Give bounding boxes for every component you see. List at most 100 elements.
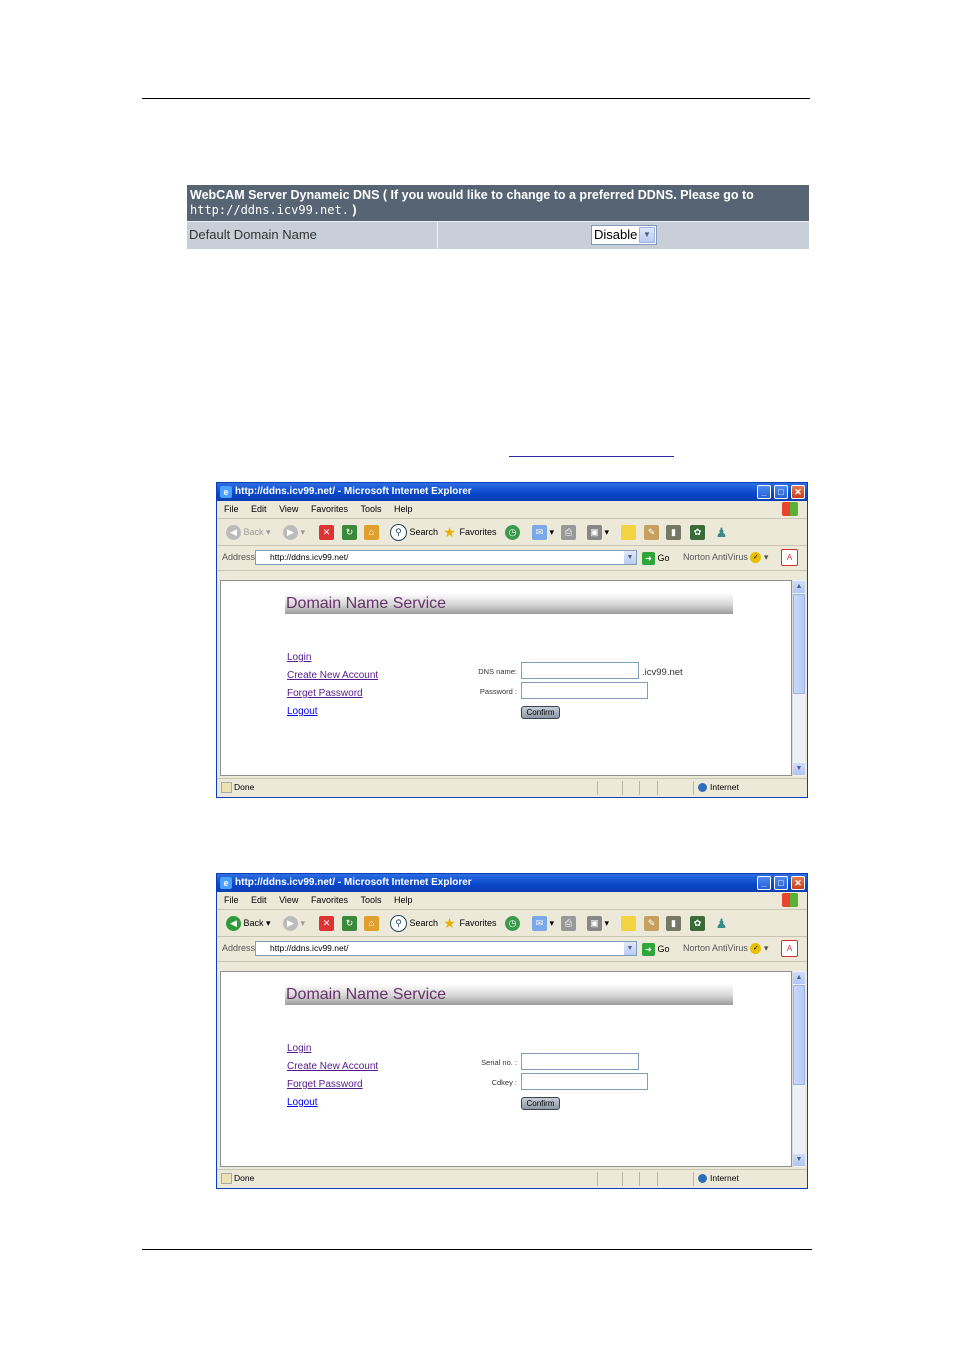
forward-button[interactable]: ▶ ▾	[283, 915, 305, 932]
window-title-bar[interactable]: e http://ddns.icv99.net/ - Microsoft Int…	[217, 483, 807, 501]
media-button[interactable]: ▮	[666, 524, 681, 541]
confirm-button[interactable]: Confirm	[521, 1097, 560, 1110]
menu-tools[interactable]: Tools	[360, 895, 381, 905]
research-button[interactable]: ✎	[644, 524, 659, 541]
go-button[interactable]: ➜ Go	[642, 551, 670, 566]
mail-button[interactable]: ✉ ▾	[532, 524, 554, 541]
serial-no-input[interactable]	[521, 1053, 639, 1070]
dns-name-input[interactable]	[521, 662, 639, 679]
scroll-down-icon[interactable]: ▼	[793, 763, 805, 775]
scroll-thumb[interactable]	[793, 594, 805, 694]
research-button[interactable]: ✎	[644, 915, 659, 932]
norton-antivirus-button[interactable]: Norton AntiVirus ✓ ▾	[683, 552, 768, 564]
discuss-button[interactable]	[621, 915, 636, 932]
maximize-button[interactable]: □	[774, 485, 788, 499]
login-link[interactable]: Login	[287, 1043, 311, 1054]
norton-antivirus-button[interactable]: Norton AntiVirus ✓ ▾	[683, 943, 768, 955]
window-title-bar[interactable]: e http://ddns.icv99.net/ - Microsoft Int…	[217, 874, 807, 892]
scroll-down-icon[interactable]: ▼	[793, 1154, 805, 1166]
close-button[interactable]: ✕	[791, 485, 805, 499]
forget-password-link[interactable]: Forget Password	[287, 688, 363, 699]
chevron-down-icon: ▼	[639, 227, 655, 243]
search-button[interactable]: ⚲ Search	[390, 915, 438, 933]
discuss-button[interactable]	[621, 524, 636, 541]
print-button[interactable]: ⎙	[561, 524, 576, 541]
edit-button[interactable]: ▣ ▾	[587, 915, 609, 932]
default-domain-select[interactable]: Disable ▼	[591, 225, 657, 245]
menu-bar: File Edit View Favorites Tools Help	[217, 501, 807, 519]
pdf-icon[interactable]: A	[781, 940, 798, 957]
mail-button[interactable]: ✉ ▾	[532, 915, 554, 932]
menu-edit[interactable]: Edit	[251, 895, 267, 905]
status-bar: Done Internet	[217, 778, 807, 797]
logout-link[interactable]: Logout	[287, 706, 318, 717]
menu-help[interactable]: Help	[394, 504, 413, 514]
history-button[interactable]: ◷	[505, 524, 520, 541]
maximize-button[interactable]: □	[774, 876, 788, 890]
chevron-down-icon[interactable]: ▼	[624, 551, 636, 564]
minimize-button[interactable]: _	[757, 485, 771, 499]
back-button[interactable]: ◀ Back ▾	[226, 915, 271, 932]
menu-view[interactable]: View	[279, 895, 298, 905]
logout-link[interactable]: Logout	[287, 1097, 318, 1108]
scroll-up-icon[interactable]: ▲	[793, 581, 805, 593]
forward-button[interactable]: ▶ ▾	[283, 524, 305, 541]
media-button[interactable]: ▮	[666, 915, 681, 932]
messenger-button[interactable]: ✿	[690, 915, 705, 932]
menu-edit[interactable]: Edit	[251, 504, 267, 514]
favorites-button[interactable]: ★ Favorites	[442, 524, 496, 540]
edit-button[interactable]: ▣ ▾	[587, 524, 609, 541]
scroll-thumb[interactable]	[793, 985, 805, 1085]
create-account-link[interactable]: Create New Account	[287, 670, 378, 681]
address-value: http://ddns.icv99.net/	[270, 552, 349, 562]
stop-button[interactable]: ✕	[319, 524, 334, 541]
forward-arrow-icon: ▶	[283, 916, 298, 932]
address-input[interactable]: http://ddns.icv99.net/ ▼	[255, 941, 637, 956]
login-link[interactable]: Login	[287, 652, 311, 663]
home-button[interactable]: ⌂	[364, 915, 379, 932]
contacts-button[interactable]: ♟	[714, 524, 729, 540]
favorites-button[interactable]: ★ Favorites	[442, 915, 496, 931]
menu-favorites[interactable]: Favorites	[311, 895, 348, 905]
close-button[interactable]: ✕	[791, 876, 805, 890]
chevron-down-icon[interactable]: ▼	[624, 942, 636, 955]
edit-icon: ▣	[587, 525, 602, 541]
back-button[interactable]: ◀ Back ▾	[226, 524, 271, 541]
menu-favorites[interactable]: Favorites	[311, 504, 348, 514]
norton-icon: ✓	[750, 943, 762, 955]
menu-view[interactable]: View	[279, 504, 298, 514]
menu-file[interactable]: File	[224, 504, 239, 514]
go-button[interactable]: ➜ Go	[642, 942, 670, 957]
refresh-button[interactable]: ↻	[342, 524, 357, 541]
dns-suffix: .icv99.net	[642, 667, 683, 678]
contacts-button[interactable]: ♟	[714, 915, 729, 931]
forget-password-link[interactable]: Forget Password	[287, 1079, 363, 1090]
address-input[interactable]: http://ddns.icv99.net/ ▼	[255, 550, 637, 565]
vertical-scrollbar[interactable]: ▲ ▼	[792, 580, 805, 776]
hyperlink-underline[interactable]	[509, 456, 674, 457]
minimize-button[interactable]: _	[757, 876, 771, 890]
vertical-scrollbar[interactable]: ▲ ▼	[792, 971, 805, 1167]
create-account-link[interactable]: Create New Account	[287, 1061, 378, 1072]
menu-file[interactable]: File	[224, 895, 239, 905]
menu-tools[interactable]: Tools	[360, 504, 381, 514]
search-button[interactable]: ⚲ Search	[390, 524, 438, 542]
serial-no-label: Serial no. :	[481, 1058, 517, 1067]
home-button[interactable]: ⌂	[364, 524, 379, 541]
toolbar: ◀ Back ▾ ▶ ▾ ✕ ↻ ⌂ ⚲ Search ★ Favorites …	[217, 910, 807, 937]
password-input[interactable]	[521, 682, 648, 699]
default-domain-row: Default Domain Name Disable ▼	[187, 221, 809, 249]
menu-help[interactable]: Help	[394, 895, 413, 905]
status-bar: Done Internet	[217, 1169, 807, 1188]
media-icon: ▮	[666, 525, 681, 541]
refresh-button[interactable]: ↻	[342, 915, 357, 932]
scroll-up-icon[interactable]: ▲	[793, 972, 805, 984]
page-viewport: Domain Name Service Login Create New Acc…	[220, 971, 792, 1167]
pdf-icon[interactable]: A	[781, 549, 798, 566]
print-button[interactable]: ⎙	[561, 915, 576, 932]
messenger-button[interactable]: ✿	[690, 524, 705, 541]
history-button[interactable]: ◷	[505, 915, 520, 932]
cdkey-input[interactable]	[521, 1073, 648, 1090]
stop-button[interactable]: ✕	[319, 915, 334, 932]
confirm-button[interactable]: Confirm	[521, 706, 560, 719]
